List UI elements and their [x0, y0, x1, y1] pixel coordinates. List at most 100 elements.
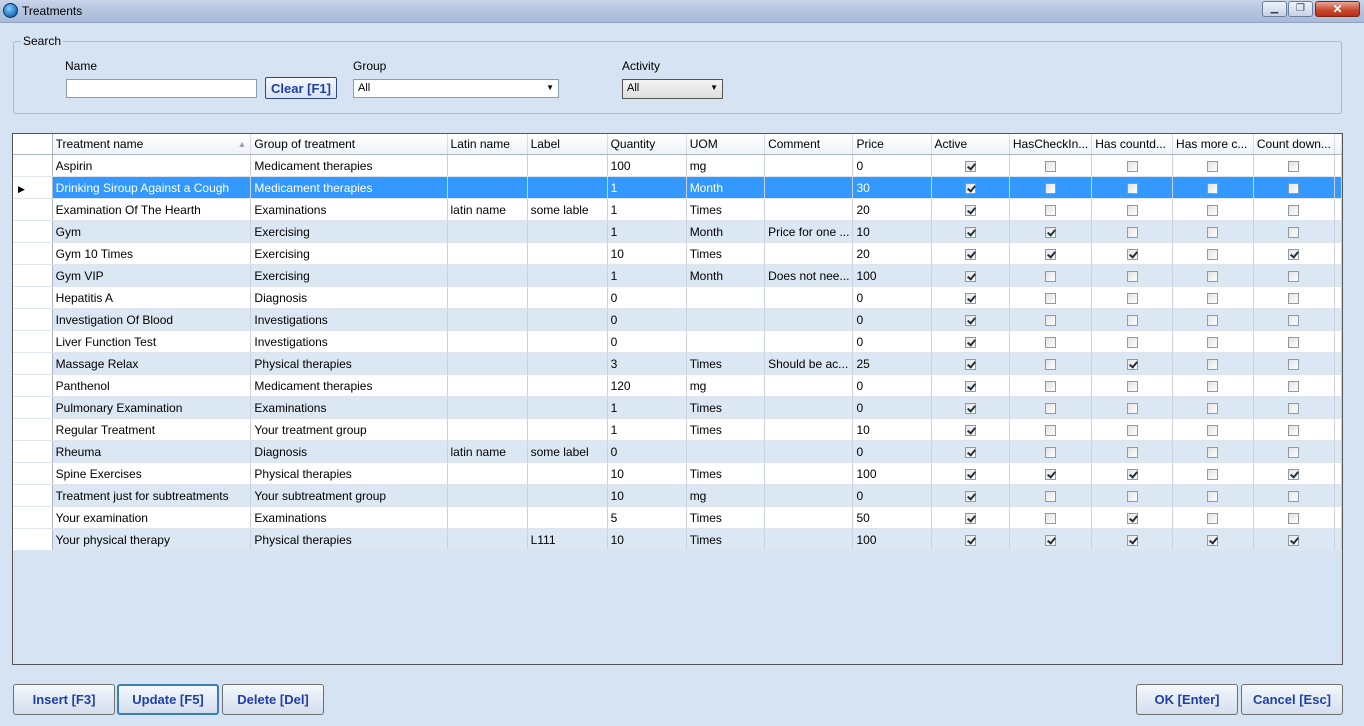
- has-countdown-checkbox[interactable]: [1126, 314, 1138, 326]
- count-down-checkbox[interactable]: [1288, 468, 1300, 480]
- cell-price[interactable]: 0: [852, 286, 932, 309]
- table-row[interactable]: ▶ Drinking Siroup Against a Cough Medicame…: [13, 176, 1342, 199]
- row-header[interactable]: [13, 374, 53, 397]
- active-checkbox[interactable]: [964, 160, 976, 172]
- cell-latin-name[interactable]: [447, 308, 528, 331]
- row-header[interactable]: [13, 198, 53, 221]
- table-row[interactable]: Your physical therapy Physical therapies L…: [13, 528, 1342, 551]
- cancel-button[interactable]: Cancel [Esc]: [1241, 684, 1343, 715]
- cell-treatment-name[interactable]: Your physical therapy: [52, 528, 252, 551]
- has-more-c-checkbox[interactable]: [1207, 292, 1219, 304]
- cell-uom[interactable]: Times: [686, 396, 766, 419]
- cell-label[interactable]: [527, 330, 608, 353]
- column-header-label[interactable]: Label: [527, 134, 608, 155]
- cell-price[interactable]: 0: [852, 308, 932, 331]
- table-row[interactable]: Gym VIP Exercising 1 Month Does not nee... 10…: [13, 264, 1342, 287]
- has-check-in-checkbox[interactable]: [1045, 292, 1057, 304]
- has-countdown-checkbox[interactable]: [1126, 424, 1138, 436]
- cell-comment[interactable]: [764, 308, 854, 331]
- cell-uom[interactable]: Times: [686, 528, 766, 551]
- has-more-c-checkbox[interactable]: [1207, 358, 1219, 370]
- cell-group[interactable]: Investigations: [250, 308, 448, 331]
- cell-treatment-name[interactable]: Treatment just for subtreatments: [52, 484, 252, 507]
- has-more-c-checkbox[interactable]: [1207, 424, 1219, 436]
- column-header-has-more-c[interactable]: Has more c...: [1172, 134, 1254, 155]
- count-down-checkbox[interactable]: [1288, 358, 1300, 370]
- cell-group[interactable]: Medicament therapies: [250, 374, 448, 397]
- has-check-in-checkbox[interactable]: [1045, 424, 1057, 436]
- cell-comment[interactable]: [764, 506, 854, 529]
- count-down-checkbox[interactable]: [1288, 182, 1300, 194]
- cell-uom[interactable]: Month: [686, 176, 766, 199]
- cell-latin-name[interactable]: [447, 242, 528, 265]
- has-check-in-checkbox[interactable]: [1045, 182, 1057, 194]
- delete-button[interactable]: Delete [Del]: [222, 684, 324, 715]
- has-check-in-checkbox[interactable]: [1045, 248, 1057, 260]
- count-down-checkbox[interactable]: [1288, 490, 1300, 502]
- cell-comment[interactable]: [764, 440, 854, 463]
- cell-group[interactable]: Medicament therapies: [250, 154, 448, 177]
- update-button[interactable]: Update [F5]: [117, 684, 219, 715]
- cell-comment[interactable]: [764, 418, 854, 441]
- row-header[interactable]: [13, 396, 53, 419]
- cell-uom[interactable]: Times: [686, 462, 766, 485]
- cell-uom[interactable]: Times: [686, 198, 766, 221]
- cell-price[interactable]: 30: [852, 176, 932, 199]
- count-down-checkbox[interactable]: [1288, 534, 1300, 546]
- cell-latin-name[interactable]: [447, 418, 528, 441]
- active-checkbox[interactable]: [964, 248, 976, 260]
- cell-label[interactable]: [527, 418, 608, 441]
- active-checkbox[interactable]: [964, 226, 976, 238]
- has-countdown-checkbox[interactable]: [1126, 490, 1138, 502]
- cell-quantity[interactable]: 10: [607, 242, 687, 265]
- activity-select[interactable]: All ▼: [622, 79, 723, 99]
- cell-latin-name[interactable]: [447, 220, 528, 243]
- cell-label[interactable]: [527, 462, 608, 485]
- has-check-in-checkbox[interactable]: [1045, 534, 1057, 546]
- cell-quantity[interactable]: 10: [607, 528, 687, 551]
- cell-label[interactable]: [527, 396, 608, 419]
- has-more-c-checkbox[interactable]: [1207, 248, 1219, 260]
- cell-latin-name[interactable]: latin name: [447, 440, 528, 463]
- active-checkbox[interactable]: [964, 292, 976, 304]
- cell-uom[interactable]: Month: [686, 264, 766, 287]
- count-down-checkbox[interactable]: [1288, 446, 1300, 458]
- cell-group[interactable]: Exercising: [250, 220, 448, 243]
- active-checkbox[interactable]: [964, 204, 976, 216]
- column-header-group-of-treatment[interactable]: Group of treatment: [250, 134, 448, 155]
- column-header-has-check-in[interactable]: HasCheckIn...: [1009, 134, 1093, 155]
- cell-label[interactable]: [527, 286, 608, 309]
- row-header[interactable]: [13, 330, 53, 353]
- table-row[interactable]: Gym 10 Times Exercising 10 Times 20: [13, 242, 1342, 265]
- has-more-c-checkbox[interactable]: [1207, 468, 1219, 480]
- cell-label[interactable]: [527, 506, 608, 529]
- cell-quantity[interactable]: 0: [607, 286, 687, 309]
- cell-group[interactable]: Medicament therapies: [250, 176, 448, 199]
- cell-treatment-name[interactable]: Pulmonary Examination: [52, 396, 252, 419]
- cell-latin-name[interactable]: latin name: [447, 198, 528, 221]
- cell-latin-name[interactable]: [447, 352, 528, 375]
- has-more-c-checkbox[interactable]: [1207, 204, 1219, 216]
- cell-treatment-name[interactable]: Hepatitis A: [52, 286, 252, 309]
- cell-uom[interactable]: Times: [686, 506, 766, 529]
- cell-label[interactable]: [527, 242, 608, 265]
- table-row[interactable]: Investigation Of Blood Investigations 0 0: [13, 308, 1342, 331]
- has-check-in-checkbox[interactable]: [1045, 446, 1057, 458]
- cell-treatment-name[interactable]: Panthenol: [52, 374, 252, 397]
- cell-uom[interactable]: mg: [686, 154, 766, 177]
- table-row[interactable]: Rheuma Diagnosis latin name some label 0 0: [13, 440, 1342, 463]
- has-countdown-checkbox[interactable]: [1126, 336, 1138, 348]
- cell-uom[interactable]: Month: [686, 220, 766, 243]
- cell-price[interactable]: 20: [852, 242, 932, 265]
- active-checkbox[interactable]: [964, 182, 976, 194]
- table-row[interactable]: Regular Treatment Your treatment group 1 Ti…: [13, 418, 1342, 441]
- cell-quantity[interactable]: 3: [607, 352, 687, 375]
- cell-group[interactable]: Physical therapies: [250, 352, 448, 375]
- cell-treatment-name[interactable]: Drinking Siroup Against a Cough: [52, 176, 252, 199]
- row-header[interactable]: [13, 528, 53, 551]
- row-header[interactable]: [13, 484, 53, 507]
- cell-uom[interactable]: Times: [686, 418, 766, 441]
- has-check-in-checkbox[interactable]: [1045, 226, 1057, 238]
- cell-comment[interactable]: [764, 286, 854, 309]
- cell-latin-name[interactable]: [447, 176, 528, 199]
